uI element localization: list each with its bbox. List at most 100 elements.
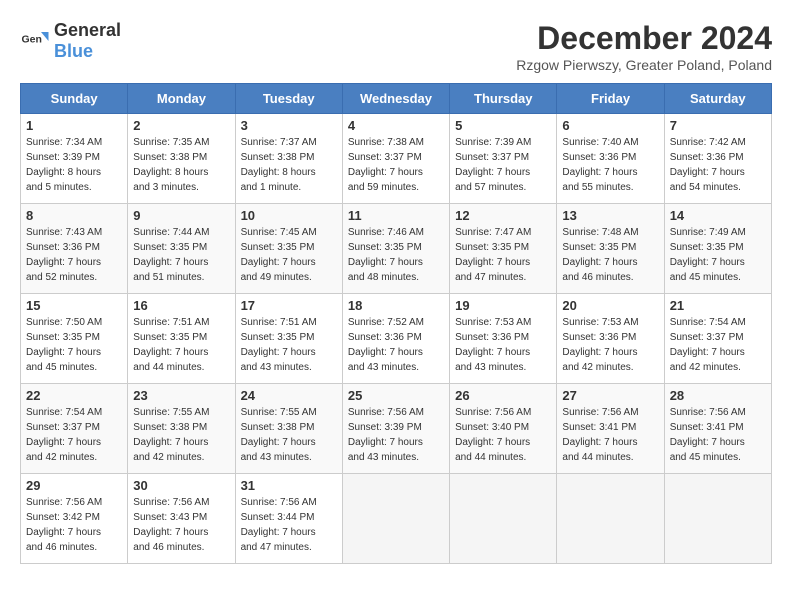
day-info: Sunrise: 7:37 AMSunset: 3:38 PMDaylight:…	[241, 135, 337, 195]
day-number: 15	[26, 298, 122, 313]
day-info: Sunrise: 7:54 AMSunset: 3:37 PMDaylight:…	[670, 315, 766, 375]
day-number: 25	[348, 388, 444, 403]
day-info: Sunrise: 7:56 AMSunset: 3:44 PMDaylight:…	[241, 495, 337, 555]
day-info: Sunrise: 7:53 AMSunset: 3:36 PMDaylight:…	[562, 315, 658, 375]
day-number: 9	[133, 208, 229, 223]
calendar-cell: 25 Sunrise: 7:56 AMSunset: 3:39 PMDayligh…	[342, 384, 449, 474]
day-info: Sunrise: 7:55 AMSunset: 3:38 PMDaylight:…	[133, 405, 229, 465]
logo-blue: Blue	[54, 41, 93, 61]
page-header: Gen General Blue December 2024 Rzgow Pie…	[20, 20, 772, 73]
day-number: 23	[133, 388, 229, 403]
calendar-cell: 14 Sunrise: 7:49 AMSunset: 3:35 PMDayligh…	[664, 204, 771, 294]
calendar-table: SundayMondayTuesdayWednesdayThursdayFrid…	[20, 83, 772, 564]
day-info: Sunrise: 7:48 AMSunset: 3:35 PMDaylight:…	[562, 225, 658, 285]
week-row-2: 8 Sunrise: 7:43 AMSunset: 3:36 PMDaylight…	[21, 204, 772, 294]
calendar-cell: 6Sunrise: 7:40 AMSunset: 3:36 PMDaylight…	[557, 114, 664, 204]
calendar-cell: 23 Sunrise: 7:55 AMSunset: 3:38 PMDayligh…	[128, 384, 235, 474]
day-number: 18	[348, 298, 444, 313]
day-info: Sunrise: 7:51 AMSunset: 3:35 PMDaylight:…	[241, 315, 337, 375]
day-info: Sunrise: 7:56 AMSunset: 3:41 PMDaylight:…	[562, 405, 658, 465]
day-number: 1	[26, 118, 122, 133]
calendar-cell: 1Sunrise: 7:34 AMSunset: 3:39 PMDaylight…	[21, 114, 128, 204]
col-header-thursday: Thursday	[450, 84, 557, 114]
calendar-cell: 4 Sunrise: 7:38 AMSunset: 3:37 PMDaylight…	[342, 114, 449, 204]
calendar-cell: 13 Sunrise: 7:48 AMSunset: 3:35 PMDayligh…	[557, 204, 664, 294]
svg-text:Gen: Gen	[22, 34, 42, 46]
week-row-1: 1Sunrise: 7:34 AMSunset: 3:39 PMDaylight…	[21, 114, 772, 204]
col-header-friday: Friday	[557, 84, 664, 114]
calendar-cell	[557, 474, 664, 564]
day-number: 21	[670, 298, 766, 313]
day-info: Sunrise: 7:45 AMSunset: 3:35 PMDaylight:…	[241, 225, 337, 285]
day-number: 27	[562, 388, 658, 403]
day-info: Sunrise: 7:40 AMSunset: 3:36 PMDaylight:…	[562, 135, 658, 195]
day-number: 19	[455, 298, 551, 313]
day-info: Sunrise: 7:56 AMSunset: 3:40 PMDaylight:…	[455, 405, 551, 465]
day-info: Sunrise: 7:50 AMSunset: 3:35 PMDaylight:…	[26, 315, 122, 375]
day-number: 17	[241, 298, 337, 313]
calendar-cell: 8 Sunrise: 7:43 AMSunset: 3:36 PMDaylight…	[21, 204, 128, 294]
calendar-cell: 26 Sunrise: 7:56 AMSunset: 3:40 PMDayligh…	[450, 384, 557, 474]
day-info: Sunrise: 7:38 AMSunset: 3:37 PMDaylight:…	[348, 135, 444, 195]
day-info: Sunrise: 7:39 AMSunset: 3:37 PMDaylight:…	[455, 135, 551, 195]
day-number: 26	[455, 388, 551, 403]
day-info: Sunrise: 7:56 AMSunset: 3:42 PMDaylight:…	[26, 495, 122, 555]
calendar-cell: 15 Sunrise: 7:50 AMSunset: 3:35 PMDayligh…	[21, 294, 128, 384]
day-info: Sunrise: 7:56 AMSunset: 3:41 PMDaylight:…	[670, 405, 766, 465]
week-row-3: 15 Sunrise: 7:50 AMSunset: 3:35 PMDayligh…	[21, 294, 772, 384]
day-info: Sunrise: 7:55 AMSunset: 3:38 PMDaylight:…	[241, 405, 337, 465]
day-number: 24	[241, 388, 337, 403]
day-info: Sunrise: 7:49 AMSunset: 3:35 PMDaylight:…	[670, 225, 766, 285]
day-number: 31	[241, 478, 337, 493]
calendar-cell: 16Sunrise: 7:51 AMSunset: 3:35 PMDayligh…	[128, 294, 235, 384]
calendar-cell: 5Sunrise: 7:39 AMSunset: 3:37 PMDaylight…	[450, 114, 557, 204]
day-info: Sunrise: 7:56 AMSunset: 3:39 PMDaylight:…	[348, 405, 444, 465]
day-info: Sunrise: 7:47 AMSunset: 3:35 PMDaylight:…	[455, 225, 551, 285]
day-info: Sunrise: 7:52 AMSunset: 3:36 PMDaylight:…	[348, 315, 444, 375]
calendar-cell	[450, 474, 557, 564]
calendar-cell	[342, 474, 449, 564]
day-info: Sunrise: 7:43 AMSunset: 3:36 PMDaylight:…	[26, 225, 122, 285]
calendar-cell: 28Sunrise: 7:56 AMSunset: 3:41 PMDayligh…	[664, 384, 771, 474]
calendar-cell: 10Sunrise: 7:45 AMSunset: 3:35 PMDayligh…	[235, 204, 342, 294]
day-info: Sunrise: 7:53 AMSunset: 3:36 PMDaylight:…	[455, 315, 551, 375]
logo: Gen General Blue	[20, 20, 121, 62]
day-number: 14	[670, 208, 766, 223]
calendar-cell: 18 Sunrise: 7:52 AMSunset: 3:36 PMDayligh…	[342, 294, 449, 384]
week-row-5: 29 Sunrise: 7:56 AMSunset: 3:42 PMDayligh…	[21, 474, 772, 564]
day-number: 7	[670, 118, 766, 133]
calendar-cell: 3 Sunrise: 7:37 AMSunset: 3:38 PMDaylight…	[235, 114, 342, 204]
day-info: Sunrise: 7:44 AMSunset: 3:35 PMDaylight:…	[133, 225, 229, 285]
col-header-monday: Monday	[128, 84, 235, 114]
calendar-cell: 29 Sunrise: 7:56 AMSunset: 3:42 PMDayligh…	[21, 474, 128, 564]
day-info: Sunrise: 7:42 AMSunset: 3:36 PMDaylight:…	[670, 135, 766, 195]
location: Rzgow Pierwszy, Greater Poland, Poland	[516, 57, 772, 73]
day-number: 30	[133, 478, 229, 493]
logo-icon: Gen	[20, 26, 50, 56]
calendar-cell: 7 Sunrise: 7:42 AMSunset: 3:36 PMDaylight…	[664, 114, 771, 204]
col-header-saturday: Saturday	[664, 84, 771, 114]
calendar-cell: 21 Sunrise: 7:54 AMSunset: 3:37 PMDayligh…	[664, 294, 771, 384]
col-header-wednesday: Wednesday	[342, 84, 449, 114]
calendar-cell: 20 Sunrise: 7:53 AMSunset: 3:36 PMDayligh…	[557, 294, 664, 384]
week-row-4: 22Sunrise: 7:54 AMSunset: 3:37 PMDayligh…	[21, 384, 772, 474]
day-info: Sunrise: 7:46 AMSunset: 3:35 PMDaylight:…	[348, 225, 444, 285]
calendar-cell: 11Sunrise: 7:46 AMSunset: 3:35 PMDayligh…	[342, 204, 449, 294]
calendar-cell: 19 Sunrise: 7:53 AMSunset: 3:36 PMDayligh…	[450, 294, 557, 384]
day-number: 3	[241, 118, 337, 133]
day-info: Sunrise: 7:51 AMSunset: 3:35 PMDaylight:…	[133, 315, 229, 375]
calendar-cell: 2Sunrise: 7:35 AMSunset: 3:38 PMDaylight…	[128, 114, 235, 204]
day-number: 29	[26, 478, 122, 493]
day-number: 20	[562, 298, 658, 313]
calendar-cell: 24 Sunrise: 7:55 AMSunset: 3:38 PMDayligh…	[235, 384, 342, 474]
day-number: 4	[348, 118, 444, 133]
col-header-tuesday: Tuesday	[235, 84, 342, 114]
calendar-cell: 17 Sunrise: 7:51 AMSunset: 3:35 PMDayligh…	[235, 294, 342, 384]
calendar-cell: 27 Sunrise: 7:56 AMSunset: 3:41 PMDayligh…	[557, 384, 664, 474]
col-header-sunday: Sunday	[21, 84, 128, 114]
calendar-cell	[664, 474, 771, 564]
day-number: 13	[562, 208, 658, 223]
calendar-cell: 12 Sunrise: 7:47 AMSunset: 3:35 PMDayligh…	[450, 204, 557, 294]
day-number: 12	[455, 208, 551, 223]
day-number: 8	[26, 208, 122, 223]
